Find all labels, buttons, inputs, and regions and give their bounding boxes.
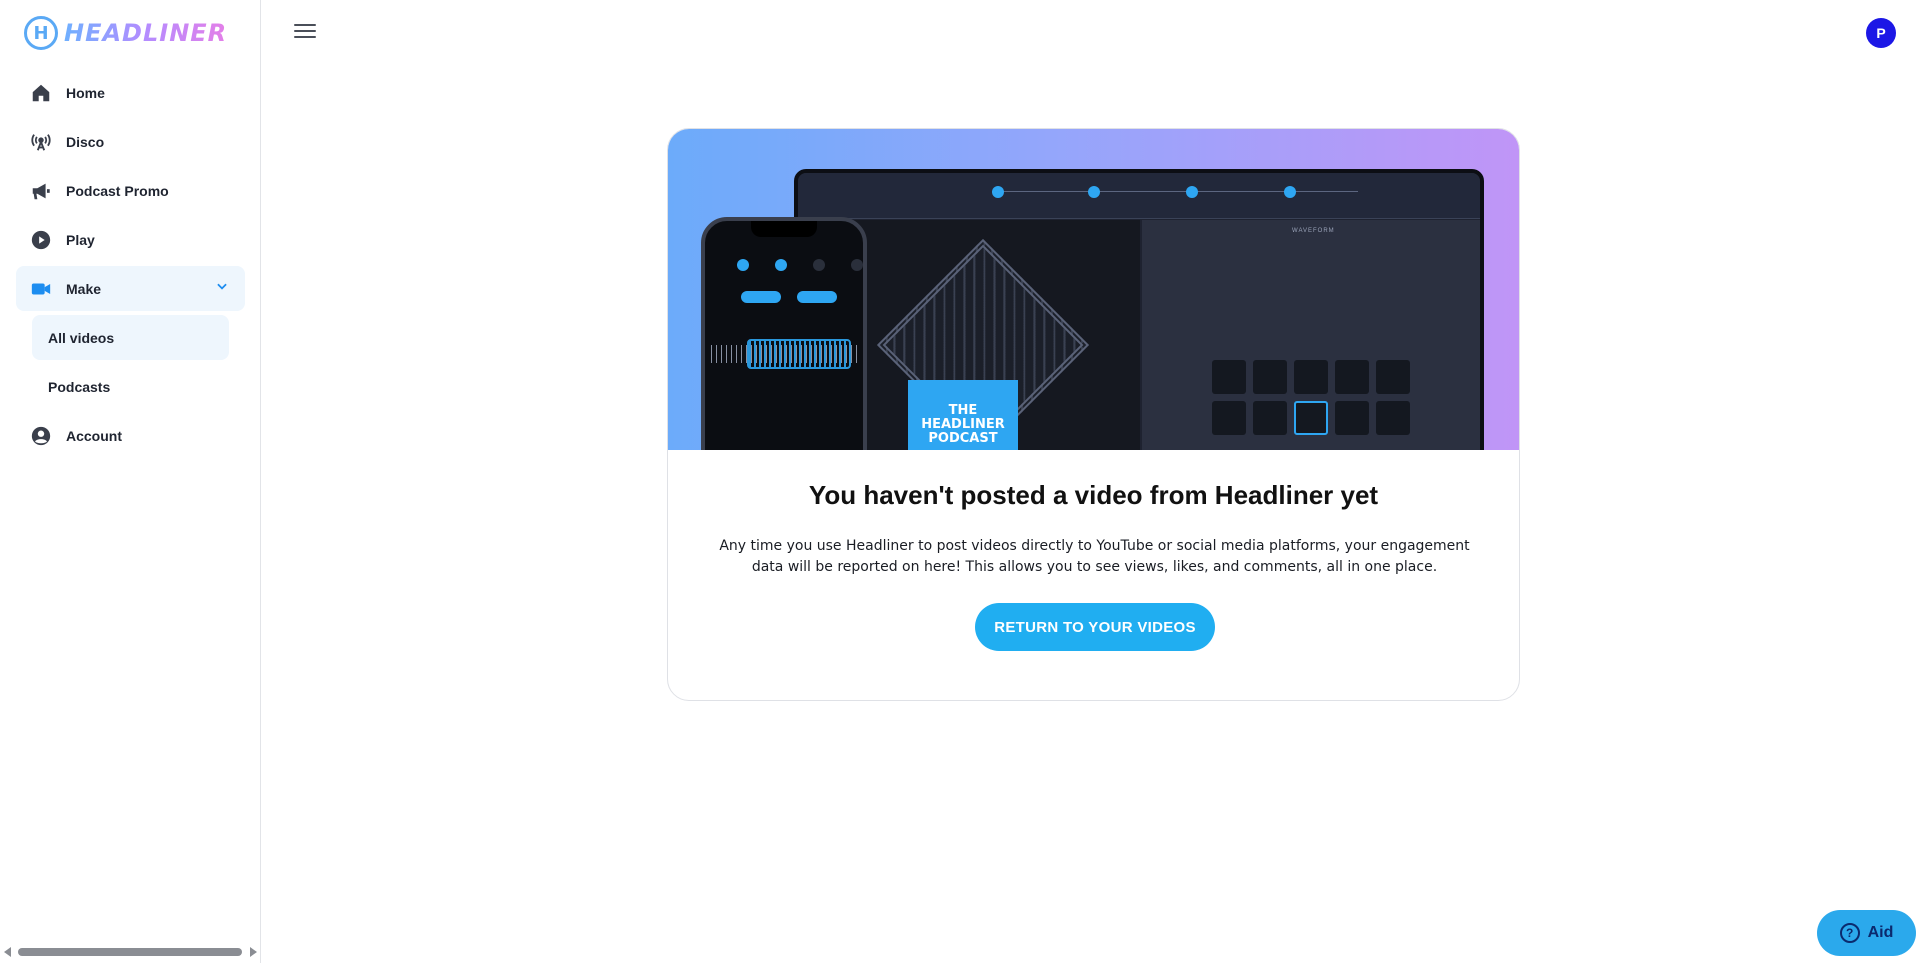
- app-root: H HEADLINER Home Disco Podcast Promo Pla…: [0, 0, 1920, 963]
- waveform-tile: [1253, 360, 1287, 394]
- phone-mockup: [701, 217, 867, 450]
- brand-logo[interactable]: H HEADLINER: [24, 16, 227, 50]
- sidebar-item-account[interactable]: Account: [16, 413, 245, 458]
- step-dot: [813, 259, 825, 271]
- help-button[interactable]: ? Aid: [1817, 910, 1916, 956]
- time-end-pill: [797, 291, 837, 303]
- laptop-mockup: THE HEADLINER PODCAST WAVEFORM: [794, 169, 1484, 450]
- empty-state-card: THE HEADLINER PODCAST WAVEFORM You haven…: [667, 128, 1520, 701]
- scroll-right-arrow-icon[interactable]: [250, 947, 257, 957]
- chevron-down-icon[interactable]: [215, 279, 229, 298]
- waveform-tile: [1253, 401, 1287, 435]
- sidebar-item-play[interactable]: Play: [16, 217, 245, 262]
- sidebar-item-label: Podcast Promo: [66, 182, 169, 199]
- waveform-tile: [1335, 360, 1369, 394]
- broadcast-icon: [30, 131, 52, 153]
- waveform-tile: [1212, 360, 1246, 394]
- sidebar-item-label: Disco: [66, 133, 105, 150]
- phone-waveform-selection: [747, 339, 851, 369]
- sidebar-nav: Home Disco Podcast Promo Play Make All v…: [16, 70, 245, 462]
- brand-name: HEADLINER: [64, 19, 228, 47]
- waveform-panel: WAVEFORM: [1142, 220, 1480, 450]
- step-dot: [1088, 186, 1100, 198]
- sidebar-item-disco[interactable]: Disco: [16, 119, 245, 164]
- sidebar-item-label: Play: [66, 231, 95, 248]
- waveform-tile: [1212, 401, 1246, 435]
- scrollbar-thumb[interactable]: [18, 948, 242, 956]
- waveform-tile: [1335, 401, 1369, 435]
- time-start-pill: [741, 291, 781, 303]
- play-circle-icon: [30, 229, 52, 251]
- sidebar-subitem-all-videos[interactable]: All videos: [32, 315, 229, 360]
- phone-notch: [751, 221, 817, 237]
- help-button-label: Aid: [1867, 924, 1894, 941]
- sidebar-item-label: Make: [66, 280, 102, 297]
- megaphone-icon: [30, 180, 52, 202]
- waveform-panel-title: WAVEFORM: [1292, 228, 1335, 234]
- video-camera-icon: [30, 278, 52, 300]
- empty-state-title: You haven't posted a video from Headline…: [808, 480, 1379, 510]
- account-circle-icon: [30, 425, 52, 447]
- sidebar-item-label: Home: [66, 84, 105, 101]
- step-dot: [851, 259, 863, 271]
- sidebar-item-podcast-promo[interactable]: Podcast Promo: [16, 168, 245, 213]
- podcast-art: THE HEADLINER PODCAST: [908, 380, 1018, 450]
- waveform-tile: [1294, 360, 1328, 394]
- waveform-tile: [1294, 401, 1328, 435]
- editor-stepper: [798, 173, 1480, 219]
- brand-mark-icon: H: [24, 16, 58, 50]
- empty-state-body: You haven't posted a video from Headline…: [668, 450, 1519, 700]
- sidebar-item-home[interactable]: Home: [16, 70, 245, 115]
- sidebar-item-make[interactable]: Make: [16, 266, 245, 311]
- sidebar-horizontal-scrollbar[interactable]: [0, 945, 261, 959]
- return-to-videos-button[interactable]: RETURN TO YOUR VIDEOS: [975, 603, 1215, 651]
- menu-icon[interactable]: [294, 22, 316, 40]
- sidebar: H HEADLINER Home Disco Podcast Promo Pla…: [0, 0, 261, 963]
- step-dot: [737, 259, 749, 271]
- waveform-tile: [1376, 401, 1410, 435]
- step-dot: [1186, 186, 1198, 198]
- home-icon: [30, 82, 52, 104]
- step-dot: [992, 186, 1004, 198]
- sidebar-item-label: Account: [66, 427, 122, 444]
- sidebar-subitem-podcasts[interactable]: Podcasts: [32, 364, 229, 409]
- hero-illustration: THE HEADLINER PODCAST WAVEFORM: [668, 129, 1519, 450]
- make-subnav: All videos Podcasts: [32, 315, 229, 409]
- empty-state-description: Any time you use Headliner to post video…: [719, 538, 1470, 575]
- step-dot: [775, 259, 787, 271]
- avatar[interactable]: P: [1866, 18, 1896, 48]
- step-dot: [1284, 186, 1296, 198]
- scroll-left-arrow-icon[interactable]: [4, 947, 11, 957]
- waveform-tile: [1376, 360, 1410, 394]
- question-circle-icon: ?: [1839, 923, 1860, 943]
